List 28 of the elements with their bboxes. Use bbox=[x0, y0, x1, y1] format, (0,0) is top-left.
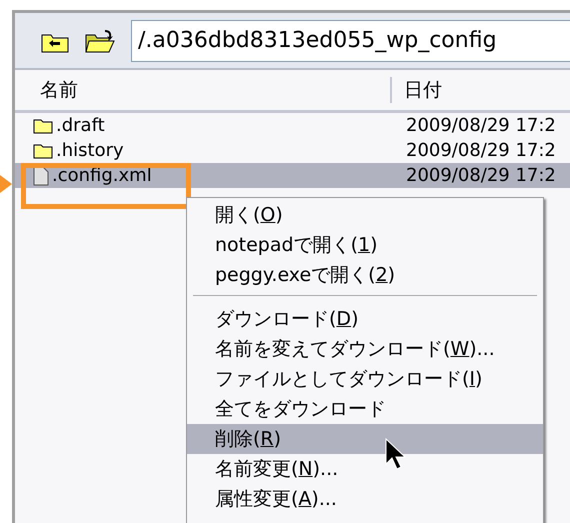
menu-item[interactable]: 削除(R) bbox=[187, 424, 543, 454]
menu-item[interactable]: ダウンロード(D) bbox=[187, 304, 543, 334]
path-field[interactable]: /.a036dbd8313ed055_wp_config bbox=[131, 20, 570, 62]
menu-item[interactable]: 属性変更(A)... bbox=[187, 484, 543, 514]
file-name: .config.xml bbox=[52, 165, 152, 186]
menu-item[interactable]: 開く(O) bbox=[187, 200, 543, 230]
column-header[interactable]: 日付 bbox=[392, 77, 442, 103]
file-date: 2009/08/29 17:2 bbox=[406, 115, 556, 136]
file-icon bbox=[33, 166, 49, 186]
file-row[interactable]: .history 2009/08/29 17:2 bbox=[15, 138, 570, 163]
menu-item[interactable]: peggy.exeで開く(2) bbox=[187, 260, 543, 290]
file-row[interactable]: .draft 2009/08/29 17:2 bbox=[15, 113, 570, 138]
open-folder-icon[interactable] bbox=[85, 28, 115, 54]
file-name: .history bbox=[56, 140, 124, 161]
file-row[interactable]: .config.xml 2009/08/29 17:2 bbox=[15, 163, 570, 188]
mouse-cursor-icon bbox=[385, 438, 407, 472]
menu-item[interactable]: ファイルとしてダウンロード(I) bbox=[187, 364, 543, 394]
column-header[interactable]: 名前 bbox=[15, 77, 392, 103]
menu-item[interactable]: 全てをダウンロード bbox=[187, 394, 543, 424]
folder-icon bbox=[33, 142, 53, 158]
file-date: 2009/08/29 17:2 bbox=[406, 165, 556, 186]
menu-item[interactable]: 名前を変えてダウンロード(W)... bbox=[187, 334, 543, 364]
pointer-arrow-icon bbox=[0, 175, 12, 193]
folder-icon bbox=[33, 118, 53, 134]
file-date: 2009/08/29 17:2 bbox=[406, 140, 556, 161]
file-name: .draft bbox=[56, 115, 105, 136]
menu-item[interactable]: 名前変更(N)... bbox=[187, 454, 543, 484]
menu-item[interactable]: notepadで開く(1) bbox=[187, 230, 543, 260]
